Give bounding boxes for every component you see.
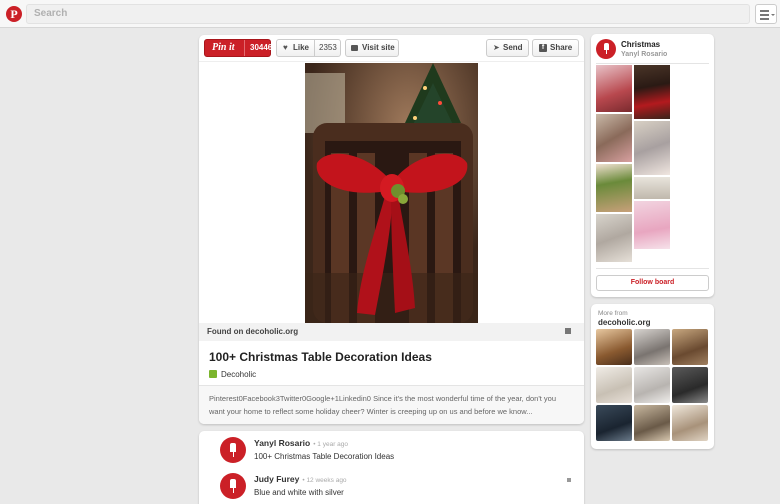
send-label: Send	[503, 43, 523, 52]
globe-icon	[351, 45, 358, 51]
more-from-label: More from	[598, 310, 628, 317]
source-favicon-icon	[209, 370, 217, 378]
pin-action-bar: Pin it 30446 ♥ Like 2353 Visit site ➤ Se…	[199, 35, 584, 62]
comment-text: Blue and white with silver	[254, 488, 344, 497]
top-bar: P Search	[0, 0, 780, 28]
board-card: Christmas Yanyl Rosario Follow board	[591, 34, 714, 297]
more-from-source[interactable]: decoholic.org	[598, 318, 650, 327]
comment-text: 100+ Christmas Table Decoration Ideas	[254, 452, 395, 461]
comment-time: • 1 year ago	[313, 441, 349, 448]
pinterest-logo-icon[interactable]: P	[6, 6, 22, 22]
divider	[596, 63, 709, 64]
heart-icon: ♥	[283, 43, 288, 52]
pushpin-avatar-icon[interactable]	[596, 39, 616, 59]
comment-time: • 12 weeks ago	[302, 477, 347, 484]
pushpin-avatar-icon[interactable]	[220, 473, 246, 499]
visit-site-button[interactable]: Visit site	[345, 39, 399, 57]
share-label: Share	[550, 43, 573, 52]
board-thumbnail[interactable]	[634, 65, 670, 119]
like-button[interactable]: ♥ Like 2353	[276, 39, 341, 57]
pin-description-area: Pinterest0Facebook3Twitter0Google+1Linke…	[199, 385, 584, 424]
facebook-icon: f	[539, 44, 547, 52]
more-thumbnail[interactable]	[672, 329, 708, 365]
more-thumbnail[interactable]	[596, 405, 632, 441]
comment-author[interactable]: Yanyl Rosario • 1 year ago	[254, 438, 348, 448]
found-on-label[interactable]: Found on decoholic.org	[207, 327, 298, 336]
board-thumbnail[interactable]	[596, 114, 632, 162]
more-thumbnail[interactable]	[596, 367, 632, 403]
chevron-down-icon	[771, 14, 775, 16]
found-on-bar: Found on decoholic.org	[199, 323, 584, 341]
more-thumbnail[interactable]	[672, 405, 708, 441]
search-input[interactable]: Search	[26, 4, 750, 24]
pin-source[interactable]: Decoholic	[209, 370, 256, 379]
menu-button[interactable]	[755, 4, 777, 24]
pin-it-button[interactable]: Pin it 30446	[204, 39, 272, 57]
board-thumbnail[interactable]	[634, 201, 670, 249]
flag-icon[interactable]	[567, 478, 571, 482]
board-thumbnail[interactable]	[596, 164, 632, 212]
pin-title[interactable]: 100+ Christmas Table Decoration Ideas	[209, 350, 432, 364]
pushpin-avatar-icon[interactable]	[220, 437, 246, 463]
board-title[interactable]: Christmas	[621, 40, 660, 49]
comment-item: Yanyl Rosario • 1 year ago 100+ Christmas…	[199, 437, 584, 469]
divider	[596, 268, 709, 269]
comments-card: Yanyl Rosario • 1 year ago 100+ Christmas…	[199, 431, 584, 504]
board-thumbnail[interactable]	[596, 65, 632, 112]
pin-count: 30446	[244, 40, 272, 56]
more-thumbnail[interactable]	[596, 329, 632, 365]
more-thumbnail[interactable]	[634, 405, 670, 441]
pin-it-label: Pin it	[212, 42, 235, 53]
board-thumbnail[interactable]	[634, 177, 670, 199]
christmas-chair-photo	[305, 63, 478, 323]
send-button[interactable]: ➤ Send	[486, 39, 529, 57]
paper-plane-icon: ➤	[493, 43, 500, 52]
board-thumbnail[interactable]	[596, 214, 632, 262]
like-label: Like	[293, 43, 310, 52]
flag-icon[interactable]	[565, 328, 571, 334]
pin-card: Pin it 30446 ♥ Like 2353 Visit site ➤ Se…	[199, 35, 584, 424]
menu-icon	[760, 10, 769, 12]
more-thumbnail[interactable]	[672, 367, 708, 403]
source-name: Decoholic	[221, 370, 257, 379]
like-count: 2353	[314, 40, 337, 56]
more-thumbnail[interactable]	[634, 329, 670, 365]
comment-item: Judy Furey • 12 weeks ago Blue and white …	[199, 473, 584, 504]
more-from-card: More from decoholic.org	[591, 304, 714, 449]
share-button[interactable]: f Share	[532, 39, 579, 57]
board-owner[interactable]: Yanyl Rosario	[621, 51, 667, 58]
pin-description: Pinterest0Facebook3Twitter0Google+1Linke…	[209, 394, 557, 416]
more-thumbnail[interactable]	[634, 367, 670, 403]
follow-board-button[interactable]: Follow board	[596, 275, 709, 291]
board-thumbnail[interactable]	[634, 121, 670, 175]
pin-image[interactable]	[305, 63, 478, 323]
comment-author[interactable]: Judy Furey • 12 weeks ago	[254, 474, 347, 484]
visit-site-label: Visit site	[362, 43, 395, 52]
